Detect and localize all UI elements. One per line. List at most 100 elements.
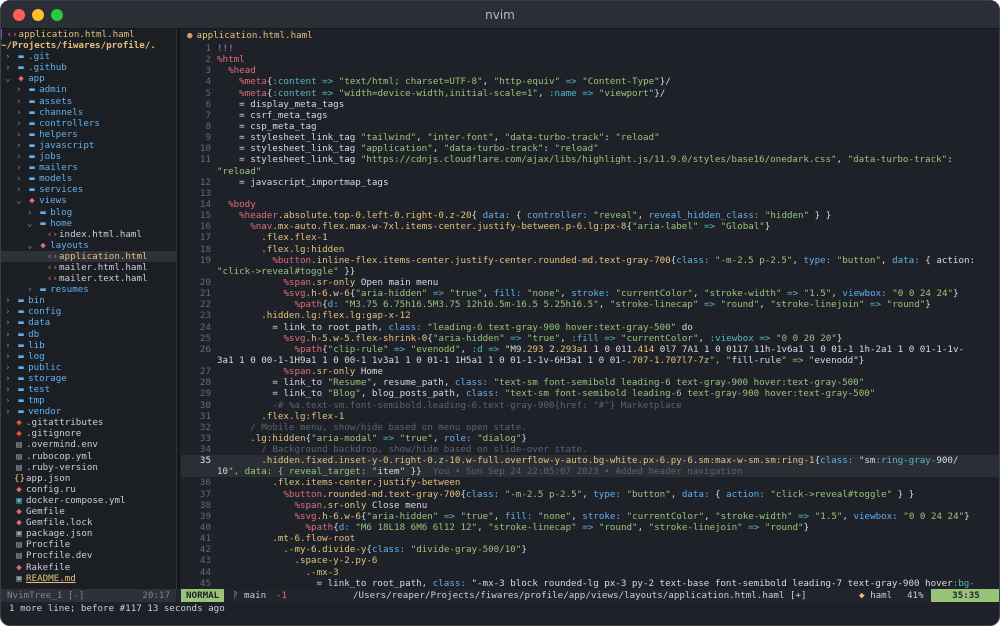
tree-item[interactable]: › ▬ admin — [1, 84, 176, 95]
code-line[interactable]: "click->reveal#toggle" }} — [181, 266, 999, 277]
tree-item[interactable]: ▣ package.json — [1, 528, 176, 539]
code-line[interactable]: 15 %header.absolute.top-0.left-0.right-0… — [181, 210, 999, 221]
tree-item[interactable]: ◆ .gitignore — [1, 428, 176, 439]
file-tree[interactable]: ▏‹›application.html.haml ~/Projects/fiwa… — [1, 29, 176, 589]
tree-item[interactable]: ◆ Gemfile — [1, 506, 176, 517]
tree-item[interactable]: › ▬ lib — [1, 340, 176, 351]
code-line[interactable]: 13 — [181, 188, 999, 199]
code-line[interactable]: 35 .hidden.fixed.inset-y-0.right-0.z-10.… — [181, 455, 999, 467]
code-line[interactable]: 18 .flex.lg:hidden — [181, 244, 999, 255]
code-line[interactable]: 20 %span.sr-only Open main menu — [181, 277, 999, 288]
tree-item[interactable]: ⌄ ▬ home — [1, 218, 176, 229]
code-line[interactable]: 39 %svg.h-6.w-6{"aria-hidden" => "true",… — [181, 511, 999, 522]
tree-item[interactable]: ‹›mailer.html.haml — [1, 262, 176, 273]
code-line[interactable]: 27 %span.sr-only Home — [181, 366, 999, 377]
code-line[interactable]: 32 / Mobile menu, show/hide based on men… — [181, 422, 999, 433]
code-line[interactable]: 9 = stylesheet_link_tag "tailwind", "int… — [181, 132, 999, 143]
code-line[interactable]: 42 .-my-6.divide-y{class: "divide-gray-5… — [181, 544, 999, 555]
tree-item[interactable]: › ▬ helpers — [1, 129, 176, 140]
code-line[interactable]: 43 .space-y-2.py-6 — [181, 555, 999, 566]
tree-item[interactable]: ‹›mailer.text.haml — [1, 273, 176, 284]
code-line[interactable]: 25 %svg.h-5.w-5.flex-shrink-0{"aria-hidd… — [181, 333, 999, 344]
tree-item[interactable]: › ▬ models — [1, 173, 176, 184]
code-line[interactable]: 31 .flex.lg:flex-1 — [181, 411, 999, 422]
code-line[interactable]: 10", data: { reveal_target: "item" }} Yo… — [181, 466, 999, 478]
tree-item[interactable]: ▤ .ruby-version — [1, 462, 176, 473]
code-line[interactable]: 29 = link_to "Blog", blog_posts_path, cl… — [181, 388, 999, 399]
code-line[interactable]: 2 %html — [181, 54, 999, 65]
code-line[interactable]: "reload" — [181, 166, 999, 177]
code-line[interactable]: 44 .-mx-3 — [181, 567, 999, 578]
tree-item[interactable]: ⌄ ◆ views — [1, 195, 176, 206]
tree-item[interactable]: ⌄ ◆ app — [1, 73, 176, 84]
editor-pane[interactable]: ● application.html.haml 1!!! 2 %html 3 %head… — [181, 29, 999, 589]
code-line[interactable]: 37 %button.rounded-md.text-gray-700{clas… — [181, 489, 999, 500]
code-line[interactable]: 36 .flex.items-center.justify-between — [181, 477, 999, 488]
code-line[interactable]: 5 %meta{:content => "width=device-width,… — [181, 88, 999, 99]
code-line[interactable]: 45 = link_to root_path, class: "-mx-3 bl… — [181, 578, 999, 589]
code-line[interactable]: 6 = display_meta_tags — [181, 99, 999, 110]
code-line[interactable]: 17 .flex.flex-1 — [181, 232, 999, 243]
tree-item[interactable]: › ▬ resumes — [1, 284, 176, 295]
tree-item[interactable]: › ▬ bin — [1, 295, 176, 306]
tree-item[interactable]: ▤ Procfile — [1, 539, 176, 550]
code-line[interactable]: 16 %nav.mx-auto.flex.max-w-7xl.items-cen… — [181, 221, 999, 232]
code-line[interactable]: 24 = link_to root_path, class: "leading-… — [181, 322, 999, 333]
tree-item[interactable]: ▤ .overmind.env — [1, 439, 176, 450]
command-line[interactable]: 1 more line; before #117 13 seconds ago — [1, 602, 999, 625]
code-line[interactable]: 10 = stylesheet_link_tag "application", … — [181, 143, 999, 154]
code-line[interactable]: 21 %svg.h-6.w-6{"aria-hidden" => "true",… — [181, 288, 999, 299]
tree-item[interactable]: › ▬ .git — [1, 51, 176, 62]
tree-item[interactable]: › ▬ channels — [1, 107, 176, 118]
tree-item[interactable]: {}app.json — [1, 473, 176, 484]
code-line[interactable]: 33 .lg:hidden{"aria-modal" => "true", ro… — [181, 433, 999, 444]
tree-item[interactable]: › ▬ services — [1, 184, 176, 195]
tree-item[interactable]: › ▬ javascript — [1, 140, 176, 151]
tree-item[interactable]: › ▬ log — [1, 351, 176, 362]
window-separator[interactable] — [176, 29, 180, 589]
tree-item[interactable]: › ▬ test — [1, 384, 176, 395]
tree-item[interactable]: › ▬ assets — [1, 96, 176, 107]
code-line[interactable]: 11 = stylesheet_link_tag "https://cdnjs.… — [181, 154, 999, 165]
tree-item[interactable]: ◆ .gitattributes — [1, 417, 176, 428]
code-line[interactable]: 14 %body — [181, 199, 999, 210]
code-line[interactable]: 41 .mt-6.flow-root — [181, 533, 999, 544]
tree-item[interactable]: ◆ Gemfile.lock — [1, 517, 176, 528]
tree-item[interactable]: › ▬ controllers — [1, 118, 176, 129]
tree-item[interactable]: ⌄ ◆ layouts — [1, 240, 176, 251]
code-line[interactable]: 30 -# %a.text-sm.font-semibold.leading-6… — [181, 400, 999, 411]
code-line[interactable]: 22 %path{d: "M3.75 6.75h16.5M3.75 12h16.… — [181, 299, 999, 310]
code-line[interactable]: 40 %path{d: "M6 18L18 6M6 6l12 12", "str… — [181, 522, 999, 533]
tree-item[interactable]: ‹›index.html.haml — [1, 229, 176, 240]
tree-item[interactable]: › ▬ tmp — [1, 395, 176, 406]
tree-item[interactable]: › ▬ db — [1, 329, 176, 340]
code-area[interactable]: 1!!! 2 %html 3 %head 4 %meta{:content => "te… — [181, 43, 999, 589]
code-line[interactable]: 12 = javascript_importmap_tags — [181, 177, 999, 188]
code-line[interactable]: 23 .hidden.lg:flex.lg:gap-x-12 — [181, 310, 999, 321]
buffer-tab[interactable]: ● application.html.haml — [181, 29, 999, 43]
code-line[interactable]: 4 %meta{:content => "text/html; charset=… — [181, 76, 999, 87]
tree-item[interactable]: › ▬ .github — [1, 62, 176, 73]
tree-item[interactable]: ◆ config.ru — [1, 484, 176, 495]
code-line[interactable]: 34 / Background backdrop, show/hide base… — [181, 444, 999, 455]
code-line[interactable]: 26 %path{"clip-rule" => "evenodd", :d =>… — [181, 344, 999, 355]
code-line[interactable]: 38 %span.sr-only Close menu — [181, 500, 999, 511]
tree-item[interactable]: › ▬ storage — [1, 373, 176, 384]
code-line[interactable]: 19 %button.inline-flex.items-center.just… — [181, 255, 999, 266]
code-line[interactable]: 1!!! — [181, 43, 999, 54]
tree-item[interactable]: › ▬ vendor — [1, 406, 176, 417]
tree-item[interactable]: ◆ Rakefile — [1, 562, 176, 573]
code-line[interactable]: 8 = csp_meta_tag — [181, 121, 999, 132]
tree-item[interactable]: › ▬ blog — [1, 207, 176, 218]
tree-item[interactable]: ‹›application.html — [1, 250, 176, 262]
tree-item[interactable]: › ▬ config — [1, 306, 176, 317]
tree-item[interactable]: › ▬ public — [1, 362, 176, 373]
code-line[interactable]: 3 %head — [181, 65, 999, 76]
code-line[interactable]: 3a1 1 0 00-1-1H9a1 1 0 00-1 1v3a1 1 0 01… — [181, 355, 999, 366]
tree-item[interactable]: › ▬ data — [1, 317, 176, 328]
tree-item[interactable]: ▣ docker-compose.yml — [1, 495, 176, 506]
tree-item[interactable]: ▤ Procfile.dev — [1, 550, 176, 561]
code-line[interactable]: 28 = link_to "Resume", resume_path, clas… — [181, 377, 999, 388]
tree-item[interactable]: ▤ .rubocop.yml — [1, 451, 176, 462]
tree-item[interactable]: › ▬ jobs — [1, 151, 176, 162]
